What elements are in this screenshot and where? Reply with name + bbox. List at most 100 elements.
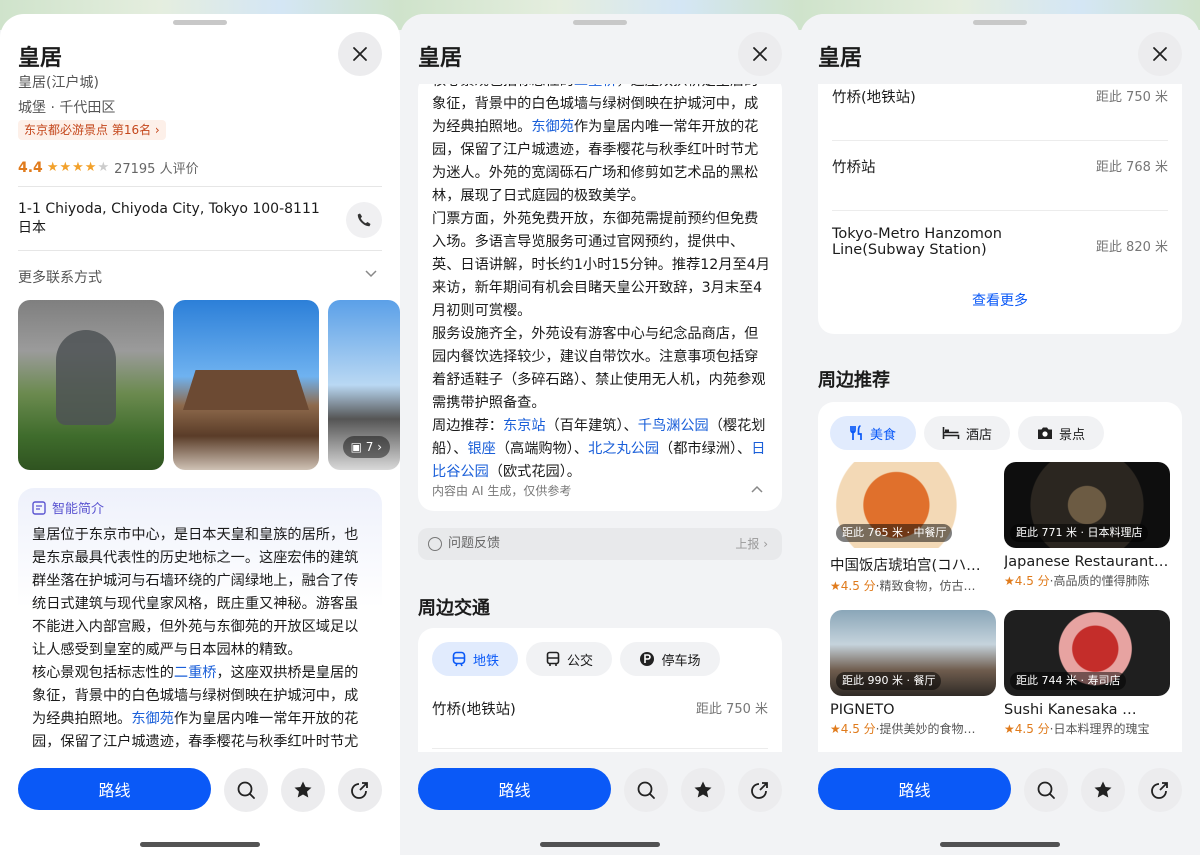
ai-text: （都市绿洲）、	[659, 441, 752, 457]
link-tokyo-station[interactable]: 东京站	[503, 418, 546, 434]
link-higashi-gyoen[interactable]: 东御苑	[131, 711, 174, 727]
close-button[interactable]	[1138, 32, 1182, 76]
search-button[interactable]	[1024, 768, 1068, 812]
ai-intro-text: 核心景观包括标志性的二重桥，这座双拱桥是皇居的象征，背景中的白色城墙与绿树倒映在…	[432, 74, 770, 484]
ai-paragraph-3: 门票方面，外苑免费开放，东御苑需提前预约但免费入场。多语言导览服务可通过官网预约…	[432, 211, 770, 319]
link-chidorigafuchi[interactable]: 千鸟渊公园	[638, 418, 709, 434]
phone-button[interactable]	[346, 202, 382, 238]
poi-tag: 距此 990 米 · 餐厅	[836, 672, 942, 690]
chevron-up-icon[interactable]	[750, 483, 764, 497]
photo-gate[interactable]: ▣ 7 ›	[328, 300, 400, 470]
share-button[interactable]	[738, 768, 782, 812]
feedback-icon	[428, 537, 442, 551]
image-icon: ▣	[350, 440, 366, 454]
drag-handle[interactable]	[973, 20, 1027, 25]
row-divider	[432, 748, 768, 749]
tab-sights[interactable]: 景点	[1018, 416, 1104, 450]
transit-row[interactable]: 竹桥(地铁站) 距此 750 米	[432, 698, 768, 719]
poi-summary: ·日本料理界的瑰宝	[1049, 722, 1150, 736]
photo-count-badge[interactable]: ▣ 7 ›	[342, 436, 390, 458]
place-sheet: 皇居 竹桥(地铁站) 距此 750 米 竹桥站 距此 768 米 Tokyo-M…	[800, 14, 1200, 855]
poi-name: Japanese Restaurant…	[1004, 554, 1169, 570]
poi-tag: 距此 765 米 · 中餐厅	[836, 524, 953, 542]
poi-score: ★4.5 分	[1004, 722, 1050, 736]
poi-card[interactable]: 距此 744 米 · 寿司店 Sushi Kanesaka … ★4.5 分·日…	[1004, 610, 1170, 737]
route-button[interactable]: 路线	[818, 768, 1011, 810]
more-contact-label[interactable]: 更多联系方式	[18, 267, 102, 287]
close-icon	[753, 47, 767, 61]
home-indicator[interactable]	[940, 842, 1060, 847]
favorite-button[interactable]	[1081, 768, 1125, 812]
ai-paragraph-2: 核心景观包括标志性的二重桥，这座双拱桥是皇居的象征，背景中的白色城墙与绿树倒映在…	[432, 74, 770, 208]
close-button[interactable]	[338, 32, 382, 76]
rating-row[interactable]: 4.4 ★★★★★ 27195 人评价	[18, 158, 199, 178]
station-distance: 距此 750 米	[1095, 90, 1168, 105]
tab-label: 酒店	[965, 427, 992, 443]
poi-card[interactable]: 距此 990 米 · 餐厅 PIGNETO ★4.5 分·提供美妙的食物…	[830, 610, 996, 737]
ai-text: （百年建筑）、	[545, 418, 638, 434]
drag-handle[interactable]	[573, 20, 627, 25]
ai-text: 周边推荐：	[432, 418, 503, 434]
share-icon	[351, 782, 368, 799]
feedback-label: 问题反馈	[448, 536, 501, 551]
link-kitanomaru[interactable]: 北之丸公园	[588, 441, 659, 457]
tab-bus[interactable]: 公交	[526, 642, 612, 676]
feedback-row[interactable]: 问题反馈 上报 ›	[418, 528, 782, 560]
station-distance: 距此 768 米	[1095, 160, 1168, 175]
rank-badge[interactable]: 东京都必游景点 第16名 ›	[18, 120, 166, 140]
station-distance: 距此 820 米	[1095, 240, 1168, 255]
ai-intro-title: 智能简介	[52, 502, 105, 517]
link-higashi-gyoen[interactable]: 东御苑	[531, 119, 574, 135]
search-button[interactable]	[224, 768, 268, 812]
row-divider	[832, 210, 1168, 211]
favorite-button[interactable]	[681, 768, 725, 812]
search-icon	[1037, 781, 1055, 799]
place-sheet: 皇居 皇居(江户城) 城堡 · 千代田区 东京都必游景点 第16名 › 4.4 …	[0, 14, 400, 855]
home-indicator[interactable]	[140, 842, 260, 847]
see-more-link[interactable]: 查看更多	[818, 290, 1182, 310]
search-button[interactable]	[624, 768, 668, 812]
tab-hotel[interactable]: 酒店	[924, 416, 1010, 450]
transit-row[interactable]: 竹桥站 距此 768 米	[832, 156, 1168, 177]
bed-icon	[942, 427, 960, 439]
report-link[interactable]: 上报 ›	[735, 528, 768, 560]
poi-image: 距此 765 米 · 中餐厅	[830, 462, 996, 548]
tab-food[interactable]: 美食	[830, 416, 916, 450]
share-icon	[1151, 782, 1168, 799]
poi-card[interactable]: 距此 765 米 · 中餐厅 中国饭店琥珀宫(コハ… ★4.5 分·精致食物，仿…	[830, 462, 996, 594]
tab-parking[interactable]: 停车场	[620, 642, 720, 676]
ai-text: 核心景观包括标志性的	[32, 665, 174, 681]
star-icon	[294, 781, 312, 798]
favorite-button[interactable]	[281, 768, 325, 812]
photo-building[interactable]	[173, 300, 319, 470]
place-title: 皇居	[418, 46, 463, 71]
transit-row[interactable]: 竹桥(地铁站) 距此 750 米	[832, 86, 1168, 107]
route-button[interactable]: 路线	[18, 768, 211, 810]
photo-statue[interactable]	[18, 300, 164, 470]
close-button[interactable]	[738, 32, 782, 76]
share-button[interactable]	[1138, 768, 1182, 812]
link-ginza[interactable]: 银座	[467, 441, 495, 457]
link-erjubashi[interactable]: 二重桥	[174, 665, 217, 681]
search-icon	[637, 781, 655, 799]
tab-subway[interactable]: 地铁	[432, 642, 518, 676]
ai-disclaimer: 内容由 AI 生成，仅供参考	[432, 484, 572, 498]
poi-tag: 距此 744 米 · 寿司店	[1010, 672, 1127, 690]
poi-score: ★4.5 分	[830, 722, 876, 736]
poi-image: 距此 990 米 · 餐厅	[830, 610, 996, 696]
sheet-header: 皇居	[400, 14, 800, 84]
ai-intro-header: 智能简介	[32, 498, 104, 517]
star-icon	[694, 781, 712, 798]
route-button[interactable]: 路线	[418, 768, 611, 810]
poi-card[interactable]: 距此 771 米 · 日本料理店 Japanese Restaurant… ★4…	[1004, 462, 1170, 589]
transit-row[interactable]: Tokyo-Metro Hanzomon Line(Subway Station…	[832, 226, 1168, 258]
poi-image: 距此 771 米 · 日本料理店	[1004, 462, 1170, 548]
poi-desc: ★4.5 分·提供美妙的食物…	[830, 720, 996, 737]
panel-nearby: 皇居 竹桥(地铁站) 距此 750 米 竹桥站 距此 768 米 Tokyo-M…	[800, 0, 1200, 855]
chevron-down-icon[interactable]	[364, 266, 378, 280]
share-button[interactable]	[338, 768, 382, 812]
home-indicator[interactable]	[540, 842, 660, 847]
address[interactable]: 1-1 Chiyoda, Chiyoda City, Tokyo 100-811…	[18, 200, 328, 238]
drag-handle[interactable]	[173, 20, 227, 25]
poi-name: Sushi Kanesaka …	[1004, 702, 1137, 718]
